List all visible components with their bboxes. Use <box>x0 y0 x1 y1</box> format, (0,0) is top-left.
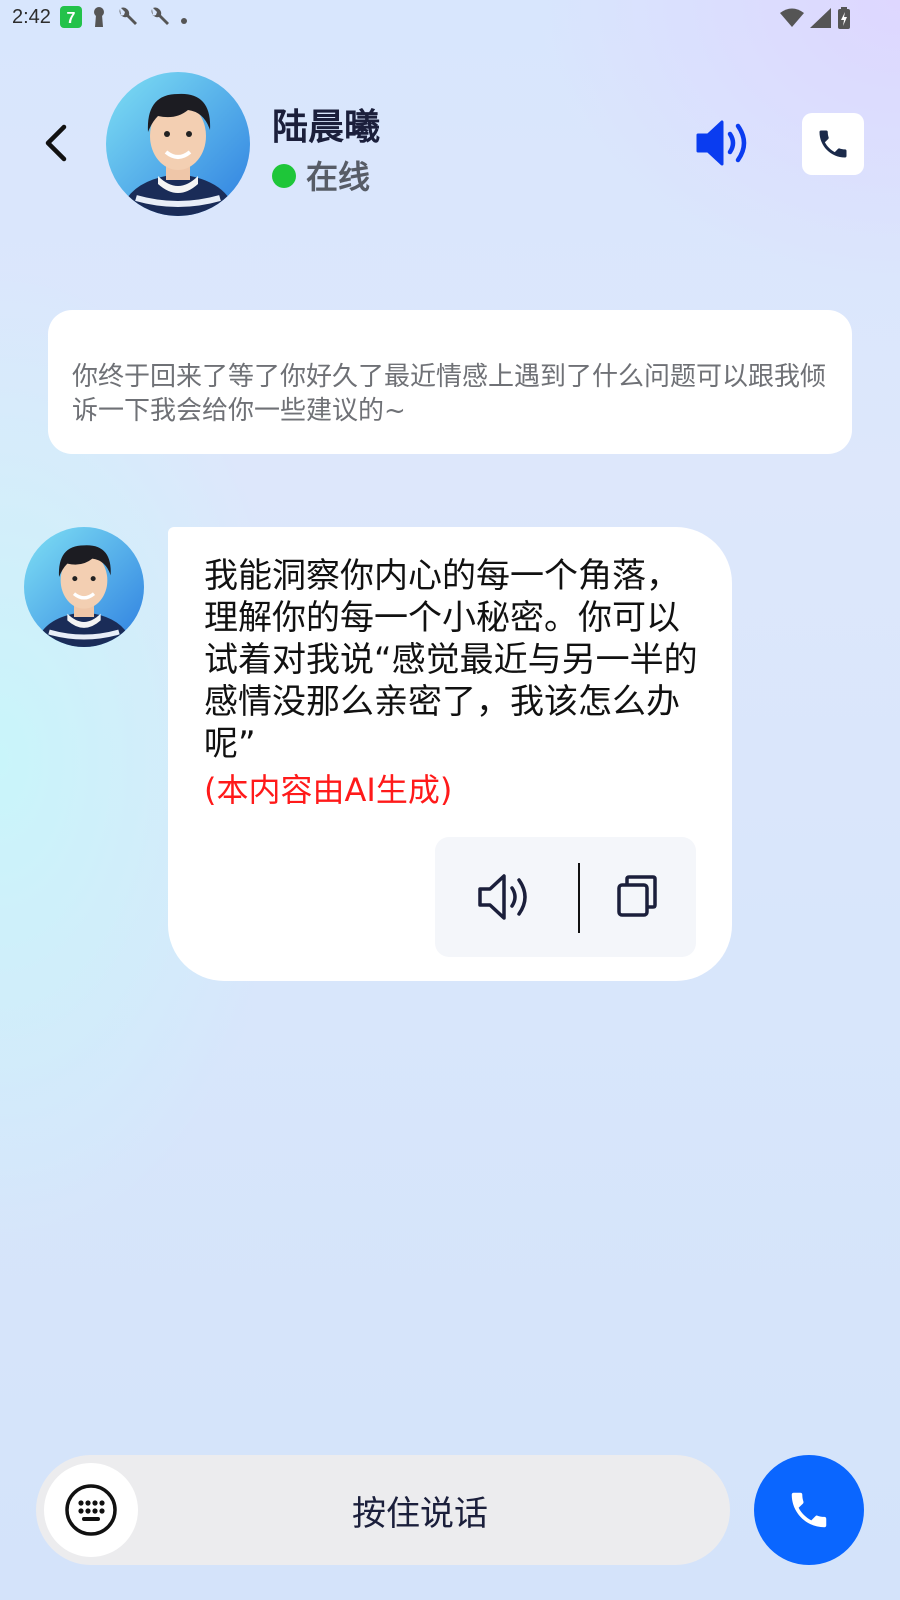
read-aloud-button[interactable] <box>475 869 535 925</box>
phone-icon <box>791 1492 827 1528</box>
cellular-signal-icon <box>810 8 832 32</box>
dot-icon <box>180 10 188 29</box>
svg-text:7: 7 <box>67 10 76 27</box>
keyboard-icon <box>65 1484 117 1536</box>
keyboard-toggle-button[interactable] <box>44 1463 138 1557</box>
battery-charging-icon <box>838 7 850 33</box>
message-actions <box>435 837 696 957</box>
wrench-icon <box>116 6 138 32</box>
speaker-icon <box>696 120 747 166</box>
phone-icon <box>819 130 847 158</box>
status-icons-right <box>780 7 850 33</box>
message-text: 我能洞察你内心的每一个角落，理解你的每一个小秘密。你可以试着对我说“感觉最近与另… <box>204 556 698 764</box>
speaker-outline-icon <box>478 874 527 920</box>
call-header-button[interactable] <box>802 113 864 175</box>
ai-generated-note: (本内容由AI生成) <box>204 771 453 809</box>
status-icons-left: 7 <box>60 6 188 32</box>
wifi-icon <box>780 8 804 32</box>
voice-input-bar: 按住说话 <box>36 1455 730 1565</box>
back-button[interactable] <box>36 118 76 168</box>
status-bar: 2:42 7 <box>0 0 900 36</box>
message-avatar[interactable] <box>24 527 144 647</box>
app-7-icon: 7 <box>60 6 82 32</box>
call-button[interactable] <box>754 1455 864 1565</box>
greeting-text: 你终于回来了等了你好久了最近情感上遇到了什么问题可以跟我倾诉一下我会给你一些建议… <box>72 362 827 426</box>
online-status-dot <box>272 164 296 188</box>
wrench-icon <box>148 6 170 32</box>
message-bubble: 我能洞察你内心的每一个角落，理解你的每一个小秘密。你可以试着对我说“感觉最近与另… <box>168 527 732 981</box>
speaker-toggle[interactable] <box>696 118 752 168</box>
status-time: 2:42 <box>12 6 51 28</box>
copy-icon <box>617 875 657 917</box>
contact-name: 陆晨曦 <box>272 107 381 148</box>
online-status-label: 在线 <box>306 158 371 196</box>
hold-to-talk-button[interactable]: 按住说话 <box>146 1455 694 1565</box>
avatar[interactable] <box>106 72 250 216</box>
chevron-left-icon <box>45 124 67 162</box>
keyhole-icon <box>92 6 106 32</box>
greeting-card: 你终于回来了等了你好久了最近情感上遇到了什么问题可以跟我倾诉一下我会给你一些建议… <box>48 310 852 454</box>
actions-divider <box>578 863 580 933</box>
copy-button[interactable] <box>615 873 659 919</box>
